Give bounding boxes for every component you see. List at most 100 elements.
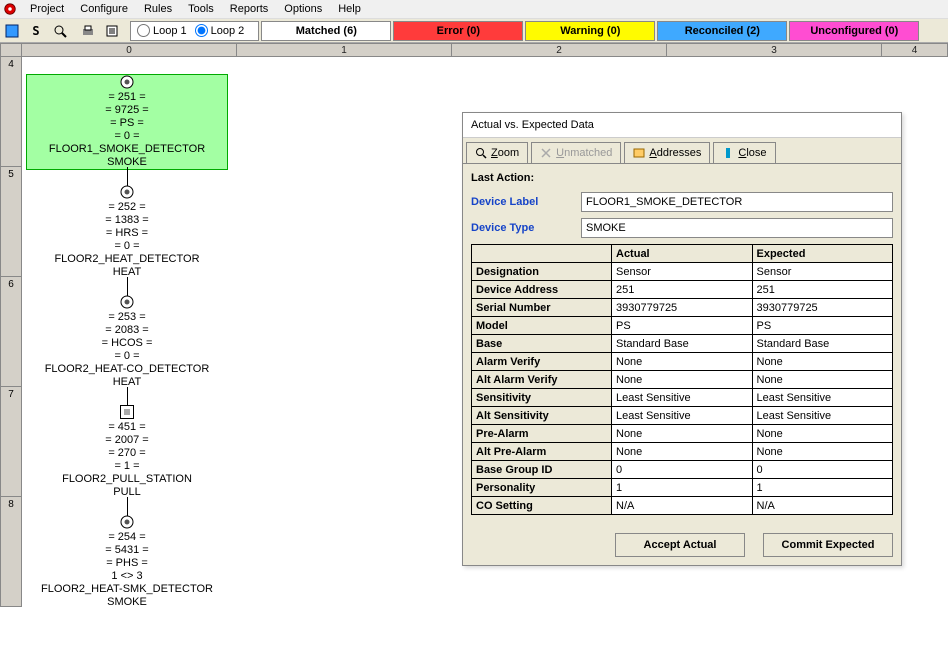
menu-help[interactable]: Help	[330, 3, 369, 15]
grid-key: CO Setting	[472, 497, 612, 515]
menu-tools[interactable]: Tools	[180, 3, 222, 15]
tab-zoom[interactable]: Zoom	[466, 142, 528, 163]
detector-icon	[120, 515, 134, 529]
device-type: SMOKE	[27, 596, 227, 609]
connector	[127, 167, 128, 187]
device-serial: = 2007 =	[27, 434, 227, 447]
menu-reports[interactable]: Reports	[222, 3, 277, 15]
grid-actual: None	[612, 371, 753, 389]
status-matched[interactable]: Matched (6)	[261, 21, 391, 41]
grid-row: BaseStandard BaseStandard Base	[472, 335, 893, 353]
magnifier-icon	[475, 147, 487, 159]
dialog-title: Actual vs. Expected Data	[463, 113, 901, 138]
grid-key: Alt Alarm Verify	[472, 371, 612, 389]
menu-rules[interactable]: Rules	[136, 3, 180, 15]
loop1-radio[interactable]: Loop 1	[137, 24, 187, 37]
grid-actual: Least Sensitive	[612, 389, 753, 407]
device-serial: = 9725 =	[27, 104, 227, 117]
loop2-radio[interactable]: Loop 2	[195, 24, 245, 37]
device-node[interactable]: = 253 == 2083 == HCOS == 0 =FLOOR2_HEAT-…	[27, 295, 227, 389]
comparison-grid: Actual Expected DesignationSensorSensorD…	[471, 244, 893, 515]
grid-expected: None	[752, 353, 893, 371]
device-node[interactable]: = 451 == 2007 == 270 == 1 =FLOOR2_PULL_S…	[27, 405, 227, 499]
toolbar-btn-zoom[interactable]	[49, 20, 71, 42]
device-addr: = 451 =	[27, 421, 227, 434]
grid-actual: 3930779725	[612, 299, 753, 317]
device-node[interactable]: = 252 == 1383 == HRS == 0 =FLOOR2_HEAT_D…	[27, 185, 227, 279]
device-type-input[interactable]	[581, 218, 893, 238]
tab-unmatched[interactable]: Unmatched	[531, 142, 621, 163]
device-label-input[interactable]	[581, 192, 893, 212]
device-extra: = 0 =	[27, 350, 227, 363]
menu-configure[interactable]: Configure	[72, 3, 136, 15]
grid-expected: N/A	[752, 497, 893, 515]
tab-addresses[interactable]: Addresses	[624, 142, 710, 163]
device-extra: = 0 =	[27, 240, 227, 253]
grid-actual: 251	[612, 281, 753, 299]
col-3[interactable]: 3	[667, 43, 882, 57]
grid-actual: Least Sensitive	[612, 407, 753, 425]
row-4[interactable]: 4	[0, 57, 22, 167]
commit-expected-button[interactable]: Commit Expected	[763, 533, 893, 557]
close-icon	[722, 147, 734, 159]
module-icon	[120, 405, 134, 419]
connector	[127, 277, 128, 297]
detector-icon	[120, 185, 134, 199]
grid-expected: 3930779725	[752, 299, 893, 317]
device-label: FLOOR2_HEAT-CO_DETECTOR	[27, 363, 227, 376]
row-6[interactable]: 6	[0, 277, 22, 387]
grid-expected: 251	[752, 281, 893, 299]
grid-key: Sensitivity	[472, 389, 612, 407]
row-ruler: 4 5 6 7 8	[0, 57, 22, 607]
grid-col-expected: Expected	[752, 245, 893, 263]
grid-key: Base	[472, 335, 612, 353]
grid-row: Alarm VerifyNoneNone	[472, 353, 893, 371]
grid-col-actual: Actual	[612, 245, 753, 263]
grid-actual: Sensor	[612, 263, 753, 281]
accept-actual-button[interactable]: Accept Actual	[615, 533, 745, 557]
device-extra: = 1 =	[27, 460, 227, 473]
status-error[interactable]: Error (0)	[393, 21, 523, 41]
menu-project[interactable]: Project	[22, 3, 72, 15]
row-7[interactable]: 7	[0, 387, 22, 497]
col-4[interactable]: 4	[882, 43, 948, 57]
grid-key: Designation	[472, 263, 612, 281]
grid-row: CO SettingN/AN/A	[472, 497, 893, 515]
grid-row: Personality11	[472, 479, 893, 497]
detector-icon	[120, 295, 134, 309]
toolbar-btn-1[interactable]	[1, 20, 23, 42]
status-reconciled[interactable]: Reconciled (2)	[657, 21, 787, 41]
grid-row: Device Address251251	[472, 281, 893, 299]
printer-icon	[81, 24, 95, 38]
device-label: FLOOR2_HEAT_DETECTOR	[27, 253, 227, 266]
col-1[interactable]: 1	[237, 43, 452, 57]
menu-options[interactable]: Options	[276, 3, 330, 15]
device-addr: = 251 =	[27, 91, 227, 104]
dialog-tabs: Zoom Unmatched Addresses Close	[463, 138, 901, 164]
device-serial: = 1383 =	[27, 214, 227, 227]
status-unconfigured[interactable]: Unconfigured (0)	[789, 21, 919, 41]
grid-key: Alt Pre-Alarm	[472, 443, 612, 461]
grid-expected: Standard Base	[752, 335, 893, 353]
grid-row: Serial Number39307797253930779725	[472, 299, 893, 317]
grid-actual: None	[612, 443, 753, 461]
row-5[interactable]: 5	[0, 167, 22, 277]
tab-close[interactable]: Close	[713, 142, 775, 163]
actual-expected-dialog: Actual vs. Expected Data Zoom Unmatched …	[462, 112, 902, 566]
col-2[interactable]: 2	[452, 43, 667, 57]
device-addr: = 254 =	[27, 531, 227, 544]
db-icon	[5, 24, 19, 38]
grid-row: ModelPSPS	[472, 317, 893, 335]
report-icon	[105, 24, 119, 38]
grid-key: Pre-Alarm	[472, 425, 612, 443]
grid-actual: 0	[612, 461, 753, 479]
toolbar-btn-print[interactable]	[77, 20, 99, 42]
row-8[interactable]: 8	[0, 497, 22, 607]
toolbar-btn-report[interactable]	[101, 20, 123, 42]
col-0[interactable]: 0	[22, 43, 237, 57]
toolbar-btn-2[interactable]: S	[25, 20, 47, 42]
grid-row: Base Group ID00	[472, 461, 893, 479]
device-node[interactable]: = 251 == 9725 == PS == 0 =FLOOR1_SMOKE_D…	[27, 75, 227, 169]
device-node[interactable]: = 254 == 5431 == PHS =1 <> 3FLOOR2_HEAT-…	[27, 515, 227, 609]
status-warning[interactable]: Warning (0)	[525, 21, 655, 41]
